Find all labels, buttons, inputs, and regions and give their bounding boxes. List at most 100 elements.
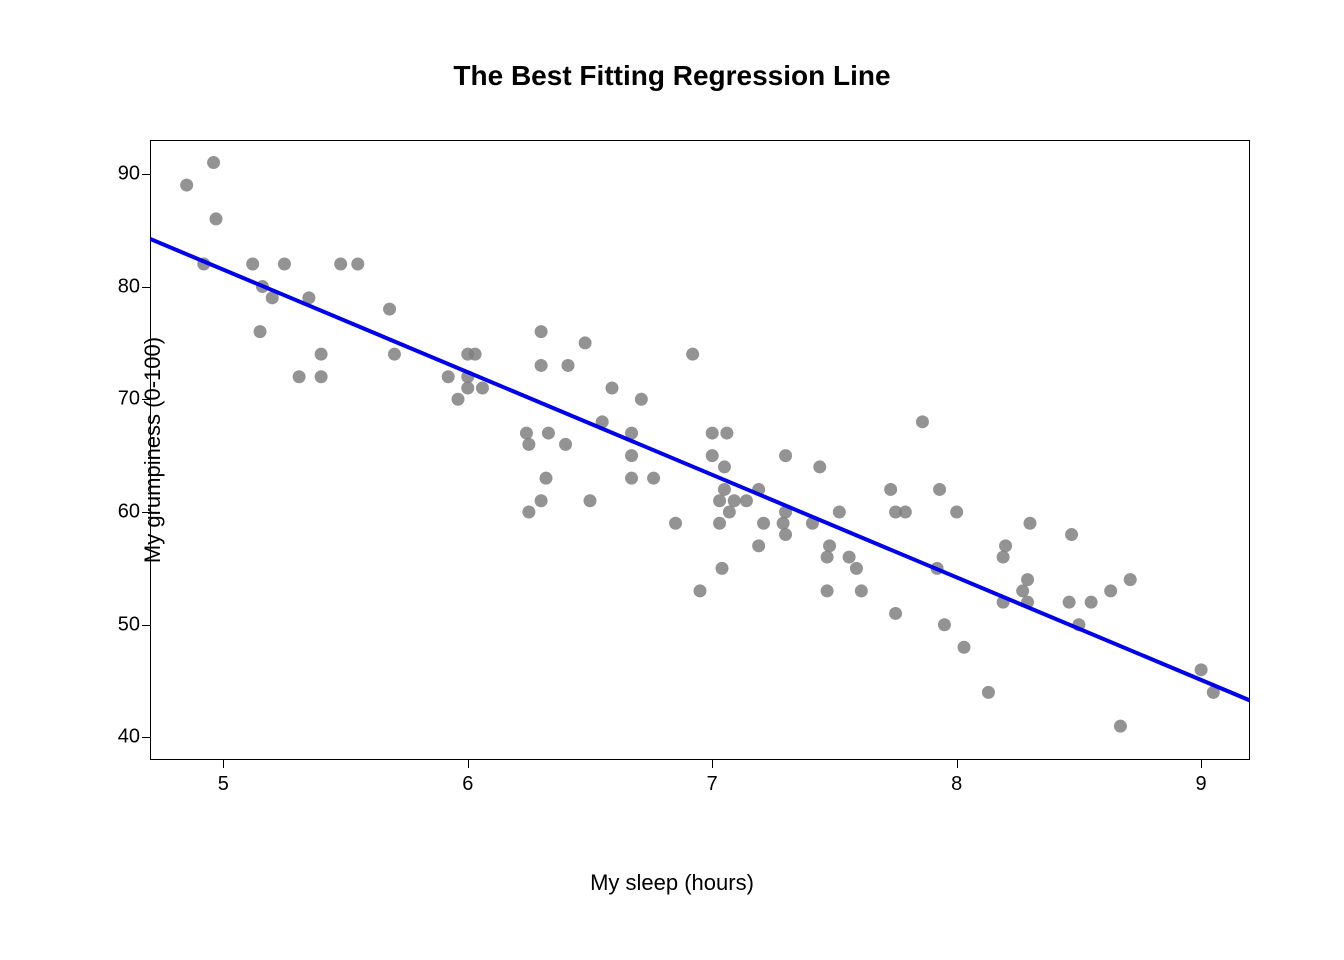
x-tick bbox=[957, 760, 958, 768]
data-point bbox=[757, 517, 770, 530]
data-point bbox=[210, 212, 223, 225]
data-point bbox=[938, 618, 951, 631]
x-tick bbox=[468, 760, 469, 768]
data-point bbox=[821, 584, 834, 597]
y-tick-label: 90 bbox=[118, 162, 140, 185]
data-point bbox=[779, 449, 792, 462]
data-point bbox=[522, 438, 535, 451]
y-tick bbox=[142, 399, 150, 400]
data-point bbox=[559, 438, 572, 451]
data-point bbox=[278, 258, 291, 271]
data-point bbox=[1063, 596, 1076, 609]
data-point bbox=[207, 156, 220, 169]
data-point bbox=[999, 539, 1012, 552]
data-point bbox=[843, 551, 856, 564]
data-point bbox=[777, 517, 790, 530]
plot-svg bbox=[150, 140, 1250, 760]
data-point bbox=[950, 506, 963, 519]
data-point bbox=[713, 494, 726, 507]
data-point bbox=[540, 472, 553, 485]
data-point bbox=[982, 686, 995, 699]
data-point bbox=[716, 562, 729, 575]
data-point bbox=[740, 494, 753, 507]
data-point bbox=[315, 348, 328, 361]
data-point bbox=[452, 393, 465, 406]
data-point bbox=[315, 370, 328, 383]
y-tick-label: 60 bbox=[118, 501, 140, 524]
x-axis-label: My sleep (hours) bbox=[0, 870, 1344, 896]
data-point bbox=[713, 517, 726, 530]
data-point bbox=[625, 449, 638, 462]
data-point bbox=[520, 427, 533, 440]
data-point bbox=[1195, 663, 1208, 676]
data-point bbox=[884, 483, 897, 496]
data-point bbox=[833, 506, 846, 519]
data-point bbox=[958, 641, 971, 654]
y-tick bbox=[142, 512, 150, 513]
data-point bbox=[1114, 720, 1127, 733]
data-point bbox=[522, 506, 535, 519]
data-point bbox=[728, 494, 741, 507]
chart-title: The Best Fitting Regression Line bbox=[0, 60, 1344, 92]
chart-container: The Best Fitting Regression Line My grum… bbox=[0, 0, 1344, 960]
data-point bbox=[647, 472, 660, 485]
data-point bbox=[718, 460, 731, 473]
y-tick bbox=[142, 174, 150, 175]
x-tick-label: 6 bbox=[462, 773, 473, 796]
data-point bbox=[542, 427, 555, 440]
data-point bbox=[1016, 584, 1029, 597]
data-point bbox=[718, 483, 731, 496]
x-tick-label: 7 bbox=[707, 773, 718, 796]
data-point bbox=[889, 607, 902, 620]
regression-line bbox=[150, 239, 1250, 701]
data-point bbox=[254, 325, 267, 338]
y-tick bbox=[142, 625, 150, 626]
data-point bbox=[933, 483, 946, 496]
data-point bbox=[388, 348, 401, 361]
data-point bbox=[246, 258, 259, 271]
x-tick bbox=[223, 760, 224, 768]
data-point bbox=[720, 427, 733, 440]
data-point bbox=[1124, 573, 1137, 586]
data-point bbox=[850, 562, 863, 575]
data-point bbox=[476, 382, 489, 395]
data-point bbox=[855, 584, 868, 597]
data-point bbox=[180, 179, 193, 192]
data-point bbox=[535, 325, 548, 338]
x-tick-label: 5 bbox=[218, 773, 229, 796]
data-point bbox=[916, 415, 929, 428]
data-point bbox=[1021, 573, 1034, 586]
data-point bbox=[813, 460, 826, 473]
data-point bbox=[383, 303, 396, 316]
data-point bbox=[535, 359, 548, 372]
data-point bbox=[723, 506, 736, 519]
data-point bbox=[625, 472, 638, 485]
x-tick-label: 8 bbox=[951, 773, 962, 796]
data-point bbox=[562, 359, 575, 372]
data-point bbox=[694, 584, 707, 597]
y-tick bbox=[142, 287, 150, 288]
scatter-points-group bbox=[180, 156, 1220, 733]
data-point bbox=[535, 494, 548, 507]
data-point bbox=[334, 258, 347, 271]
x-tick bbox=[712, 760, 713, 768]
data-point bbox=[469, 348, 482, 361]
data-point bbox=[584, 494, 597, 507]
data-point bbox=[686, 348, 699, 361]
data-point bbox=[351, 258, 364, 271]
data-point bbox=[752, 539, 765, 552]
data-point bbox=[899, 506, 912, 519]
data-point bbox=[997, 551, 1010, 564]
data-point bbox=[606, 382, 619, 395]
data-point bbox=[669, 517, 682, 530]
data-point bbox=[706, 449, 719, 462]
y-tick-label: 40 bbox=[118, 726, 140, 749]
data-point bbox=[779, 528, 792, 541]
data-point bbox=[579, 336, 592, 349]
data-point bbox=[1085, 596, 1098, 609]
x-tick bbox=[1201, 760, 1202, 768]
data-point bbox=[1024, 517, 1037, 530]
y-tick-label: 50 bbox=[118, 613, 140, 636]
data-point bbox=[293, 370, 306, 383]
y-tick bbox=[142, 737, 150, 738]
